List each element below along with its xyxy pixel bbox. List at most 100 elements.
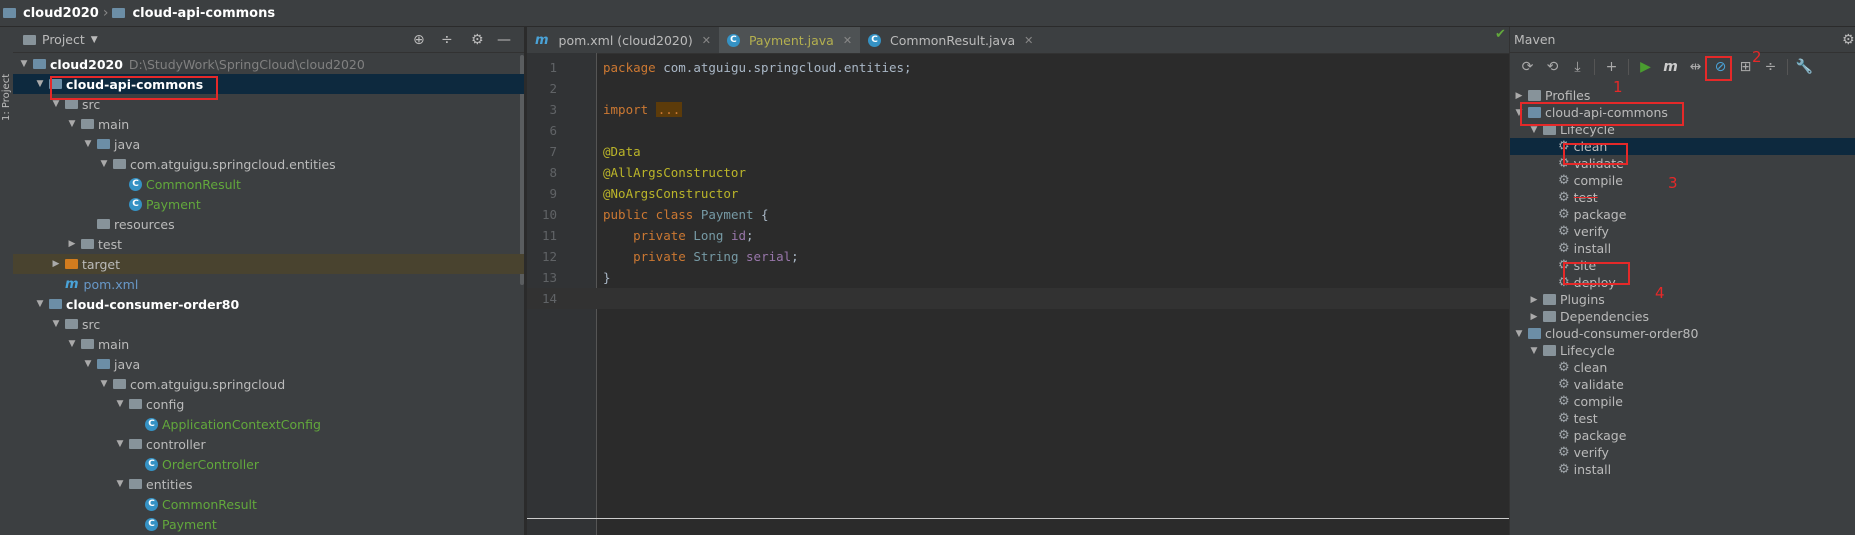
expand-arrow-icon[interactable]: ▼ (115, 439, 125, 449)
tree-item[interactable]: ▶ target (13, 254, 524, 274)
code-line[interactable]: 7 @Data (527, 141, 1509, 162)
tree-item[interactable]: C CommonResult (13, 494, 524, 514)
editor-tab[interactable]: C Payment.java ✕ (718, 27, 861, 53)
tree-item[interactable]: C Payment (13, 514, 524, 534)
tree-item[interactable]: C CommonResult (13, 174, 524, 194)
expand-arrow-icon[interactable]: ▼ (115, 399, 125, 409)
code-line[interactable]: 3 import ... (527, 99, 1509, 120)
expand-arrow-icon[interactable]: ▼ (35, 79, 45, 89)
maven-tree-item[interactable]: ⚙ verify (1510, 223, 1855, 240)
tree-item[interactable]: resources (13, 214, 524, 234)
expand-arrow-icon[interactable]: ▼ (51, 99, 61, 109)
toggle-offline-icon[interactable]: ⇹ (1684, 56, 1707, 78)
locate-icon[interactable]: ⊕ (413, 32, 425, 48)
close-icon[interactable]: ✕ (1024, 34, 1033, 47)
code-line[interactable]: 10 public class Payment { (527, 204, 1509, 225)
maven-tree-item[interactable]: ⚙ verify (1510, 444, 1855, 461)
tree-item[interactable]: C ApplicationContextConfig (13, 414, 524, 434)
breadcrumb-item-module[interactable]: cloud-api-commons (112, 6, 275, 21)
expand-arrow-icon[interactable]: ▼ (115, 479, 125, 489)
tree-item[interactable]: ▼ java (13, 134, 524, 154)
wrench-icon[interactable]: 🔧 (1793, 56, 1816, 78)
expand-arrow-icon[interactable]: ▶ (51, 259, 61, 269)
maven-tree-item[interactable]: ⚙ site (1510, 257, 1855, 274)
maven-tree-item[interactable]: ⚙ package (1510, 206, 1855, 223)
expand-arrow-icon[interactable]: ▼ (51, 319, 61, 329)
maven-tree-item[interactable]: ⚙ compile (1510, 172, 1855, 189)
code-line[interactable]: 8 @AllArgsConstructor (527, 162, 1509, 183)
expand-arrow-icon[interactable]: ▶ (67, 239, 77, 249)
editor-tab[interactable]: C CommonResult.java ✕ (860, 27, 1041, 53)
tree-item[interactable]: ▼ main (13, 334, 524, 354)
code-line[interactable]: 14 (527, 288, 1509, 309)
expand-arrow-icon[interactable]: ▶ (1529, 295, 1539, 305)
expand-arrow-icon[interactable]: ▼ (67, 339, 77, 349)
close-icon[interactable]: ✕ (702, 34, 711, 47)
hide-icon[interactable]: — (497, 32, 511, 48)
maven-tree-item[interactable]: ⚙ deploy (1510, 274, 1855, 291)
tree-item[interactable]: ▼ com.atguigu.springcloud (13, 374, 524, 394)
tree-item[interactable]: ▼ main (13, 114, 524, 134)
maven-tree-item[interactable]: ⚙ compile (1510, 393, 1855, 410)
expand-arrow-icon[interactable]: ▼ (1529, 346, 1539, 356)
maven-tree-item[interactable]: ▶ Plugins (1510, 291, 1855, 308)
run-icon[interactable]: ▶ (1634, 56, 1657, 78)
close-icon[interactable]: ✕ (843, 34, 852, 47)
tree-item[interactable]: ▼ cloud-consumer-order80 (13, 294, 524, 314)
expand-arrow-icon[interactable]: ▶ (1514, 91, 1524, 101)
collapse-all-icon[interactable]: ÷ (1759, 56, 1782, 78)
download-icon[interactable]: ⤓ (1566, 56, 1589, 78)
tree-item[interactable]: ▼ com.atguigu.springcloud.entities (13, 154, 524, 174)
project-view-selector[interactable]: Project (42, 32, 85, 47)
maven-tree-item[interactable]: ⚙ test (1510, 410, 1855, 427)
maven-tree-item[interactable]: ⚙ package (1510, 427, 1855, 444)
chevron-down-icon[interactable]: ▼ (91, 35, 98, 45)
gear-icon[interactable]: ⚙ (471, 32, 484, 48)
tree-item[interactable]: ▼ src (13, 314, 524, 334)
maven-tree-item[interactable]: ⚙ test (1510, 189, 1855, 206)
tree-root[interactable]: ▼ cloud2020 D:\StudyWork\SpringCloud\clo… (13, 54, 524, 74)
folded-import[interactable]: ... (655, 102, 683, 117)
maven-tree-item[interactable]: ▶ Dependencies (1510, 308, 1855, 325)
maven-tree-item[interactable]: ⚙ clean (1510, 359, 1855, 376)
tree-item[interactable]: ▼ controller (13, 434, 524, 454)
maven-tree-item[interactable]: ⚙ validate (1510, 155, 1855, 172)
add-icon[interactable]: + (1600, 56, 1623, 78)
code-line[interactable]: 2 (527, 78, 1509, 99)
code-line[interactable]: 1 package com.atguigu.springcloud.entitie… (527, 57, 1509, 78)
breadcrumb-item-project[interactable]: cloud2020 (3, 6, 99, 21)
gear-icon[interactable]: ⚙ (1842, 32, 1855, 48)
maven-tree-item[interactable]: ⚙ validate (1510, 376, 1855, 393)
expand-arrow-icon[interactable]: ▼ (1514, 329, 1524, 339)
maven-tree-item[interactable]: ▼ Lifecycle (1510, 342, 1855, 359)
code-editor[interactable]: m pom.xml (cloud2020) ✕ C Payment.java ✕ C Comm… (527, 27, 1509, 535)
reload-icon[interactable]: ⟳ (1516, 56, 1539, 78)
expand-arrow-icon[interactable]: ▶ (1529, 312, 1539, 322)
tree-item[interactable]: C OrderController (13, 454, 524, 474)
expand-arrow-icon[interactable]: ▼ (1529, 125, 1539, 135)
tree-item[interactable]: ▼ config (13, 394, 524, 414)
expand-arrow-icon[interactable]: ▼ (35, 299, 45, 309)
code-line[interactable]: 11 private Long id; (527, 225, 1509, 246)
reimport-folder-icon[interactable]: ⟲ (1541, 56, 1564, 78)
collapse-all-icon[interactable]: ÷ (441, 32, 453, 48)
project-tool-window-tab[interactable]: 1: Project (1, 61, 12, 121)
code-line[interactable]: 12 private String serial; (527, 246, 1509, 267)
expand-arrow-icon[interactable]: ▼ (67, 119, 77, 129)
expand-arrow-icon[interactable]: ▼ (99, 379, 109, 389)
execute-maven-goal-icon[interactable]: m (1659, 56, 1682, 78)
tree-item[interactable]: ▶ test (13, 234, 524, 254)
tree-item[interactable]: C Payment (13, 194, 524, 214)
tree-item[interactable]: ▼ java (13, 354, 524, 374)
expand-arrow-icon[interactable]: ▼ (83, 139, 93, 149)
maven-tree-item[interactable]: ⚙ install (1510, 240, 1855, 257)
editor-tab[interactable]: m pom.xml (cloud2020) ✕ (527, 27, 719, 53)
maven-tree-item[interactable]: ▼ cloud-consumer-order80 (1510, 325, 1855, 342)
expand-arrow-icon[interactable]: ▼ (19, 59, 29, 69)
maven-tree-item[interactable]: ⚙ install (1510, 461, 1855, 478)
tree-item[interactable]: m pom.xml (13, 274, 524, 294)
code-line[interactable]: 13} (527, 267, 1509, 288)
code-line[interactable]: 9 @NoArgsConstructor (527, 183, 1509, 204)
expand-arrow-icon[interactable]: ▼ (83, 359, 93, 369)
code-line[interactable]: 6 (527, 120, 1509, 141)
